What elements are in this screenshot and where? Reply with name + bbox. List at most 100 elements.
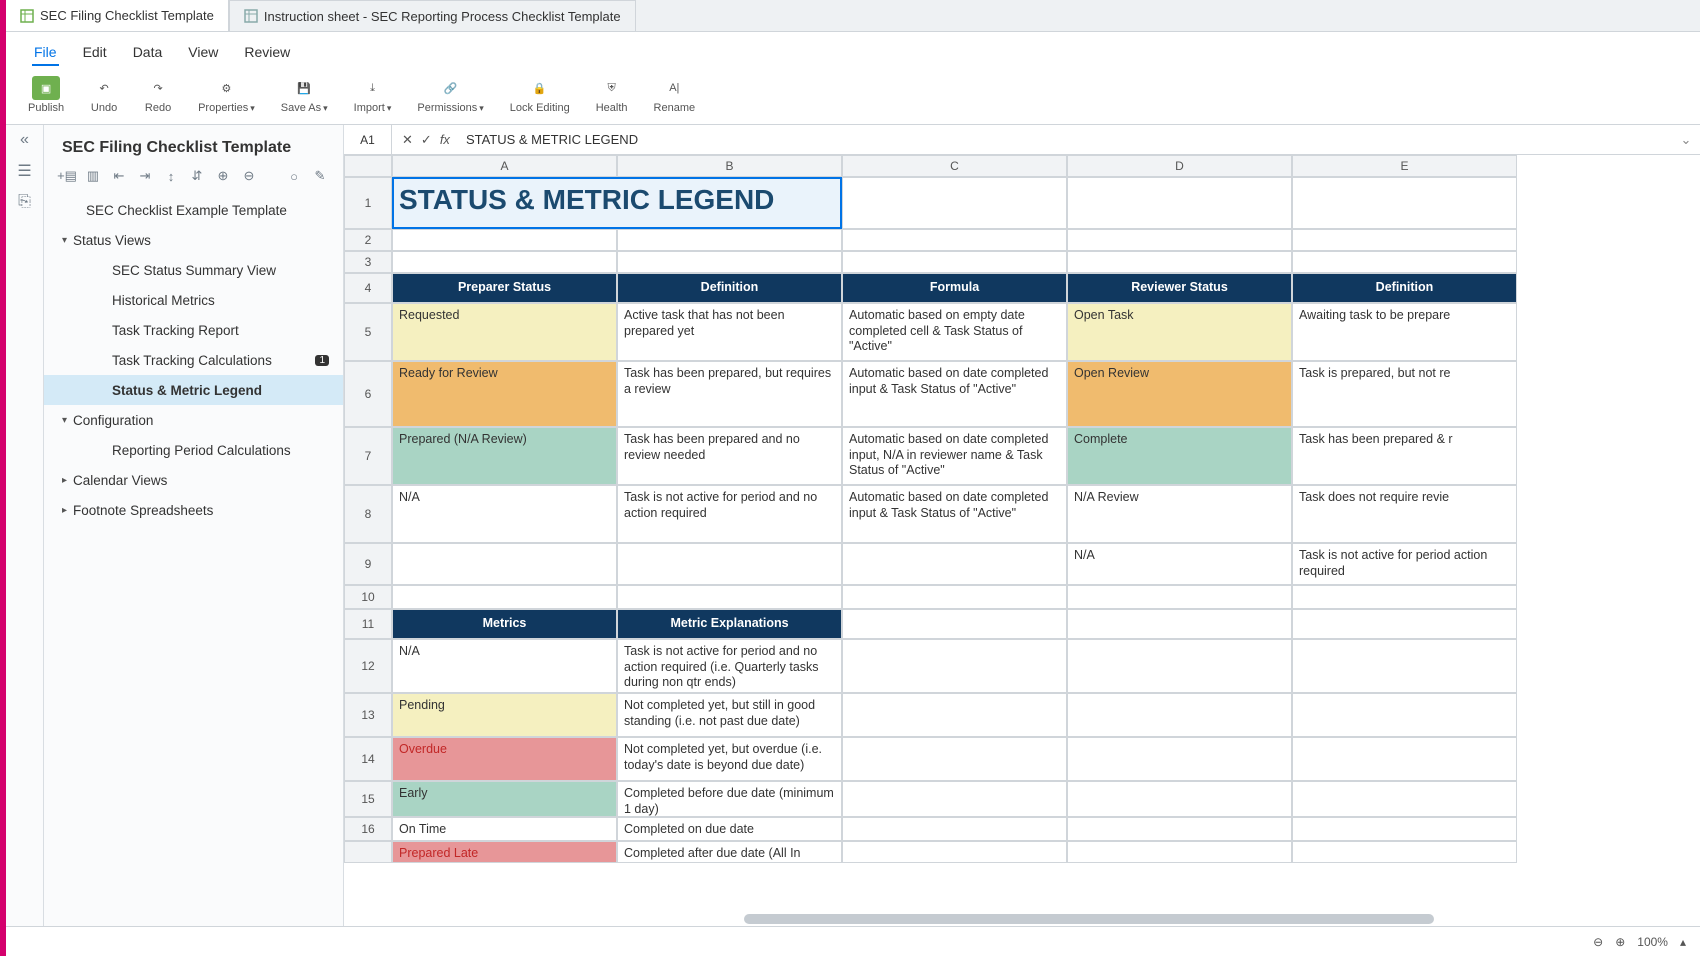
cell[interactable] [1067,693,1292,737]
cell[interactable] [842,693,1067,737]
cell[interactable]: Prepared (N/A Review) [392,427,617,485]
cell[interactable]: Ready for Review [392,361,617,427]
tree-item[interactable]: Footnote Spreadsheets [44,495,343,525]
row-header[interactable]: 8 [344,485,392,543]
cell[interactable] [1292,609,1517,639]
cell[interactable]: Formula [842,273,1067,303]
tool-permissions[interactable]: 🔗Permissions [417,76,483,114]
cell[interactable]: Metric Explanations [617,609,842,639]
cell[interactable]: Task does not require revie [1292,485,1517,543]
tool-health[interactable]: ⛨Health [596,76,628,114]
cell[interactable]: On Time [392,817,617,841]
row-header[interactable]: 11 [344,609,392,639]
cell[interactable]: Automatic based on date completed input,… [842,427,1067,485]
cell[interactable]: N/A [392,485,617,543]
horizontal-scrollbar[interactable] [744,914,1434,924]
cell[interactable] [1292,251,1517,273]
row-header[interactable]: 5 [344,303,392,361]
cell[interactable] [392,229,617,251]
row-header[interactable]: 7 [344,427,392,485]
column-header[interactable]: C [842,155,1067,177]
cell[interactable] [1067,609,1292,639]
cell[interactable]: Requested [392,303,617,361]
cell[interactable]: Task is not active for period and no act… [617,485,842,543]
cell[interactable] [842,639,1067,693]
select-all-corner[interactable] [344,155,392,177]
row-header[interactable]: 9 [344,543,392,585]
menu-review[interactable]: Review [242,40,292,66]
tool-redo[interactable]: ↷Redo [144,76,172,114]
cell[interactable] [1292,841,1517,863]
insert-row-icon[interactable]: +▤ [58,167,76,185]
cell[interactable]: Complete [1067,427,1292,485]
tree-item[interactable]: Calendar Views [44,465,343,495]
cell[interactable] [392,251,617,273]
cell[interactable] [842,737,1067,781]
cell[interactable]: Completed on due date [617,817,842,841]
cell[interactable] [617,229,842,251]
cell[interactable]: Automatic based on date completed input … [842,361,1067,427]
menu-edit[interactable]: Edit [81,40,109,66]
cell[interactable]: Automatic based on date completed input … [842,485,1067,543]
cell[interactable] [1067,737,1292,781]
zoom-out-icon[interactable]: ⊖ [1593,935,1603,949]
cell[interactable]: Task is prepared, but not re [1292,361,1517,427]
tree-item[interactable]: SEC Checklist Example Template [44,195,343,225]
cell[interactable] [842,251,1067,273]
row-header[interactable]: 3 [344,251,392,273]
tree-item[interactable]: Task Tracking Report [44,315,343,345]
column-header[interactable]: E [1292,155,1517,177]
cell[interactable]: STATUS & METRIC LEGEND [392,177,842,229]
cell[interactable] [842,543,1067,585]
grid-scroll[interactable]: ABCDE1STATUS & METRIC LEGEND234Preparer … [344,155,1700,926]
tree-item[interactable]: Status Views [44,225,343,255]
cell[interactable]: Completed before due date (minimum 1 day… [617,781,842,817]
menu-view[interactable]: View [186,40,220,66]
tool-import[interactable]: ⤓Import [354,76,392,114]
cell[interactable]: Automatic based on empty date completed … [842,303,1067,361]
cell[interactable]: Open Review [1067,361,1292,427]
tool-lock[interactable]: 🔒Lock Editing [510,76,570,114]
tool-publish[interactable]: ▣Publish [28,76,64,114]
cell[interactable]: N/A [1067,543,1292,585]
cell[interactable]: Overdue [392,737,617,781]
tool-undo[interactable]: ↶Undo [90,76,118,114]
tool-properties[interactable]: ⚙Properties [198,76,255,114]
cell[interactable] [392,543,617,585]
fx-icon[interactable]: fx [440,132,450,147]
cell[interactable]: Task has been prepared and no review nee… [617,427,842,485]
tool-icon[interactable]: ⊕ [214,167,232,185]
tree-item[interactable]: SEC Status Summary View [44,255,343,285]
cell[interactable] [842,229,1067,251]
tool-icon[interactable]: ⇵ [188,167,206,185]
row-header[interactable]: 16 [344,817,392,841]
cell[interactable] [1067,585,1292,609]
cell[interactable]: Definition [617,273,842,303]
tool-saveas[interactable]: 💾Save As [281,76,328,114]
cell[interactable]: Awaiting task to be prepare [1292,303,1517,361]
expand-formula-icon[interactable]: ⌄ [1672,132,1700,148]
tool-icon[interactable]: ↕ [162,167,180,185]
cell[interactable] [842,609,1067,639]
cell[interactable]: Task is not active for period action req… [1292,543,1517,585]
row-header[interactable]: 6 [344,361,392,427]
row-header[interactable]: 15 [344,781,392,817]
document-tab[interactable]: SEC Filing Checklist Template [6,0,229,31]
cancel-icon[interactable]: ✕ [402,132,413,148]
cell[interactable] [1292,737,1517,781]
cell[interactable] [392,585,617,609]
cell[interactable] [1067,781,1292,817]
accept-icon[interactable]: ✓ [421,132,432,148]
row-header[interactable]: 12 [344,639,392,693]
cell[interactable] [842,585,1067,609]
column-header[interactable]: A [392,155,617,177]
cell[interactable] [617,585,842,609]
cell[interactable]: Reviewer Status [1067,273,1292,303]
column-header[interactable]: B [617,155,842,177]
cell[interactable]: Early [392,781,617,817]
cell[interactable]: Not completed yet, but overdue (i.e. tod… [617,737,842,781]
cell[interactable]: Open Task [1067,303,1292,361]
cell[interactable] [1067,841,1292,863]
tree-item[interactable]: Configuration [44,405,343,435]
tool-rename[interactable]: A|Rename [654,76,696,114]
